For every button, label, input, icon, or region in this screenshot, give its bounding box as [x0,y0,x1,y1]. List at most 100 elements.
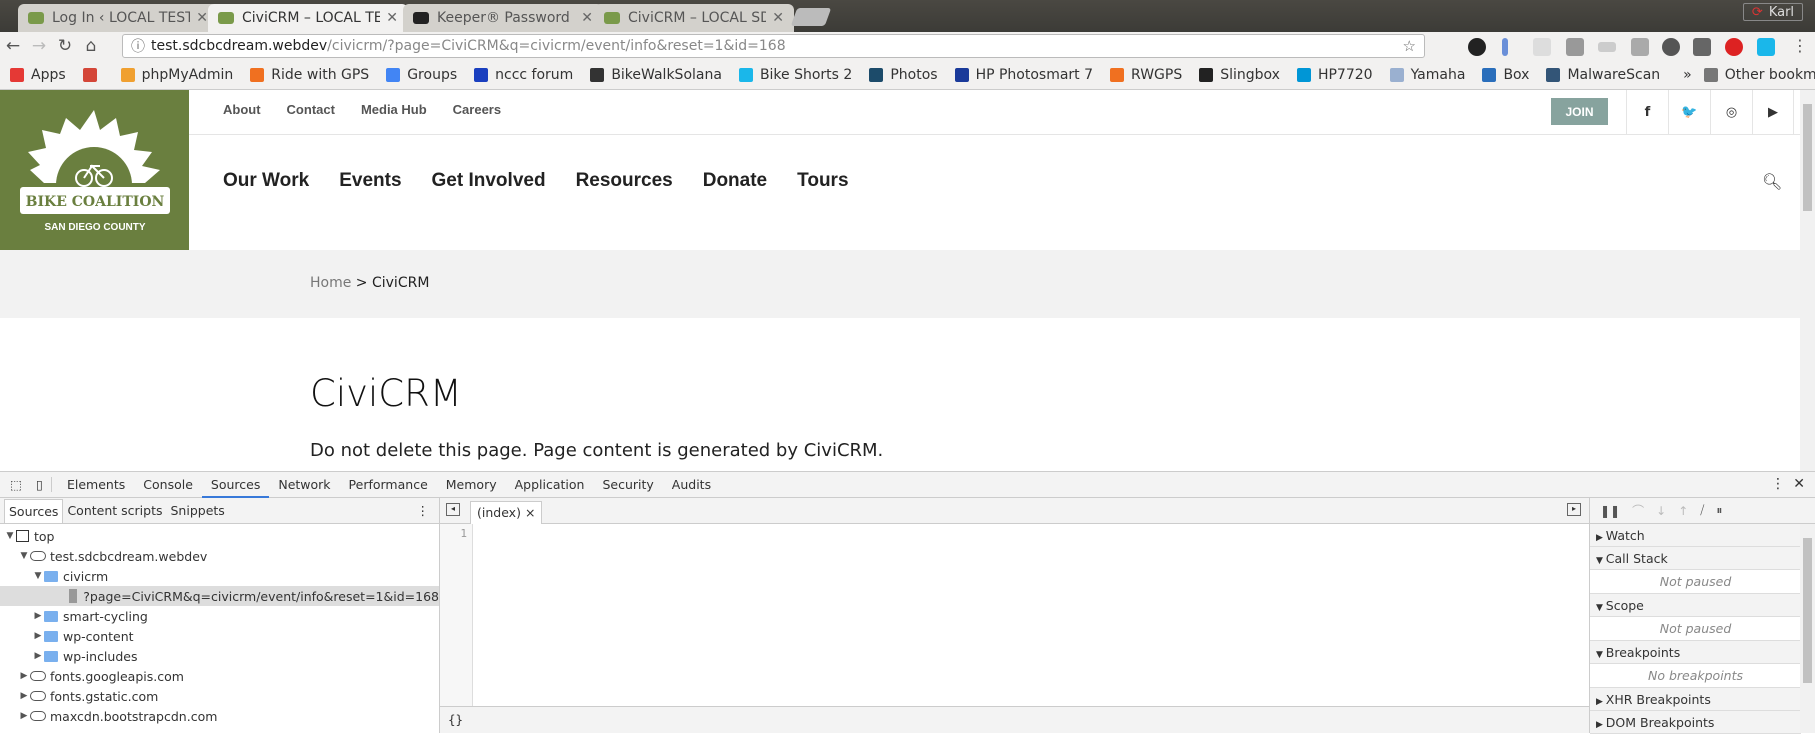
devtools-tab[interactable]: Application [506,472,594,498]
address-bar[interactable]: ⓘ test.sdcbcdream.webdev/civicrm/?page=C… [122,34,1425,58]
main-nav-item[interactable]: Resources [576,170,673,192]
browser-tab[interactable]: Keeper® Password Manager ✕ [403,4,603,32]
bookmark-item[interactable]: Groups [386,67,457,83]
menu-icon[interactable]: ⋮ [1792,36,1808,55]
keeper-extension-icon[interactable] [1468,38,1486,56]
tree-item[interactable]: ▶ fonts.gstatic.com [0,686,439,706]
tree-item[interactable]: ▼ top [0,526,439,546]
editor-tab-index[interactable]: (index) × [470,501,543,524]
browser-tab[interactable]: Log In ‹ LOCAL TEST ✕ [18,4,218,32]
jb-extension-icon[interactable] [1693,38,1711,56]
home-icon[interactable]: ⌂ [78,36,104,56]
sidebar-scrollbar[interactable] [1800,524,1815,733]
devtools-tab[interactable]: Audits [663,472,720,498]
vimeo-extension-icon[interactable] [1757,38,1775,56]
devtools-tab[interactable]: Console [134,472,202,498]
collapsed-arrow-icon[interactable]: ▶ [32,651,44,661]
toggle-navigator-icon[interactable]: ◂ [446,503,460,516]
browser-tab[interactable]: CiviCRM – LOCAL SDCBC ✕ [594,4,794,32]
utility-link[interactable]: About [223,102,261,117]
collapsed-arrow-icon[interactable]: ▶ [32,611,44,621]
tree-item[interactable]: ▶ smart-cycling [0,606,439,626]
navigator-tab[interactable]: Content scripts [63,499,166,523]
twitter-icon[interactable]: 🐦 [1668,90,1710,134]
breadcrumb-home-link[interactable]: Home [310,275,351,291]
php-extension-icon[interactable] [1533,38,1551,56]
facebook-icon[interactable]: f [1626,90,1668,134]
m-extension-icon[interactable] [1566,38,1584,56]
bookmark-item[interactable]: Apps [10,67,66,83]
instagram-icon[interactable]: ◎ [1710,90,1752,134]
search-icon[interactable]: 🔍︎ [1762,172,1782,191]
utility-link[interactable]: Contact [287,102,335,117]
profile-button[interactable]: ⟳ Karl [1743,3,1803,21]
join-button[interactable]: JOIN [1551,98,1608,125]
main-nav-item[interactable]: Tours [797,170,848,192]
devtools-tab[interactable]: Sources [201,472,270,498]
toggle-debugger-icon[interactable]: ▸ [1567,503,1581,516]
devtools-tab[interactable]: Memory [437,472,506,498]
sidebar-section-xhr-breakpoints[interactable]: ▶ XHR Breakpoints [1590,688,1801,711]
bookmark-item[interactable]: phpMyAdmin [120,67,233,83]
main-nav-item[interactable]: Donate [703,170,767,192]
sidebar-section-watch[interactable]: ▶ Watch [1590,524,1801,547]
youtube-icon[interactable]: ▶ [1752,90,1794,134]
tree-item[interactable]: ▶ wp-content [0,626,439,646]
browser-tab[interactable]: CiviCRM – LOCAL TEST ✕ [208,4,408,32]
bookmark-item[interactable]: HP Photosmart 7 [954,67,1093,83]
reload-icon[interactable]: ↻ [52,36,78,56]
bookmark-item[interactable]: HP7720 [1296,67,1373,83]
card-extension-icon[interactable] [1598,42,1616,52]
bookmark-item[interactable]: MalwareScan [1546,67,1660,83]
bookmark-item[interactable]: Bike Shorts 2 [738,67,852,83]
sidebar-section-scope[interactable]: ▼ Scope [1590,594,1801,617]
sidebar-section-breakpoints[interactable]: ▼ Breakpoints [1590,641,1801,664]
bookmark-item[interactable]: BikeWalkSolana [590,67,722,83]
inspect-element-icon[interactable]: ⬚ [4,477,28,492]
devtools-tab[interactable]: Network [269,472,339,498]
forward-icon[interactable]: → [26,36,52,56]
deactivate-breakpoints-icon[interactable]: ⧸ [1700,503,1704,518]
tree-item[interactable]: ▶ wp-includes [0,646,439,666]
tree-item[interactable]: ▼ civicrm [0,566,439,586]
bookmark-item[interactable]: nccc forum [474,67,573,83]
bookmark-item[interactable]: RWGPS [1110,67,1182,83]
close-tab-icon[interactable]: ✕ [196,10,208,26]
eyedropper-extension-icon[interactable] [1502,38,1508,56]
utility-link[interactable]: Media Hub [361,102,427,117]
step-out-icon[interactable]: ↑ [1678,504,1688,518]
devtools-menu-icon[interactable]: ⋮ [1771,476,1785,492]
sidebar-section-call-stack[interactable]: ▼ Call Stack [1590,547,1801,570]
collapsed-arrow-icon[interactable]: ▶ [32,631,44,641]
main-nav-item[interactable]: Our Work [223,170,309,192]
devtools-tab[interactable]: Performance [340,472,437,498]
tree-item[interactable]: ▶ fonts.googleapis.com [0,666,439,686]
devtools-tab[interactable]: Elements [58,472,134,498]
bookmark-item[interactable]: Box [1482,67,1529,83]
navigator-menu-icon[interactable]: ⋮ [417,503,430,518]
pause-on-exceptions-icon[interactable]: ⏸ [1716,503,1722,518]
pretty-print-button[interactable]: {} [440,706,1589,733]
pause-icon[interactable]: ❚❚ [1600,504,1620,518]
site-logo[interactable]: BIKE COALITION SAN DIEGO COUNTY [0,90,189,250]
devtools-tab[interactable]: Security [593,472,662,498]
main-nav-item[interactable]: Get Involved [432,170,546,192]
new-tab-button[interactable] [790,8,832,26]
tree-item[interactable]: ?page=CiviCRM&q=civicrm/event/info&reset… [0,586,439,606]
tree-item[interactable]: ▼ test.sdcbcdream.webdev [0,546,439,566]
device-toolbar-icon[interactable]: ▯ [28,477,52,492]
close-tab-icon[interactable]: × [525,505,535,520]
collapsed-arrow-icon[interactable]: ▶ [18,691,30,701]
back-icon[interactable]: ← [0,36,26,56]
page-scrollbar[interactable] [1800,90,1815,471]
expanded-arrow-icon[interactable]: ▼ [32,571,44,581]
bookmark-item[interactable] [82,67,104,83]
navigator-tab[interactable]: Sources [4,498,64,523]
main-nav-item[interactable]: Events [339,170,401,192]
collapsed-arrow-icon[interactable]: ▶ [18,711,30,721]
bug-extension-icon[interactable] [1662,38,1680,56]
close-devtools-icon[interactable]: ✕ [1793,476,1805,492]
bookmark-item[interactable]: Ride with GPS [250,67,369,83]
bookmark-item[interactable]: Yamaha [1389,67,1465,83]
close-tab-icon[interactable]: ✕ [581,10,593,26]
